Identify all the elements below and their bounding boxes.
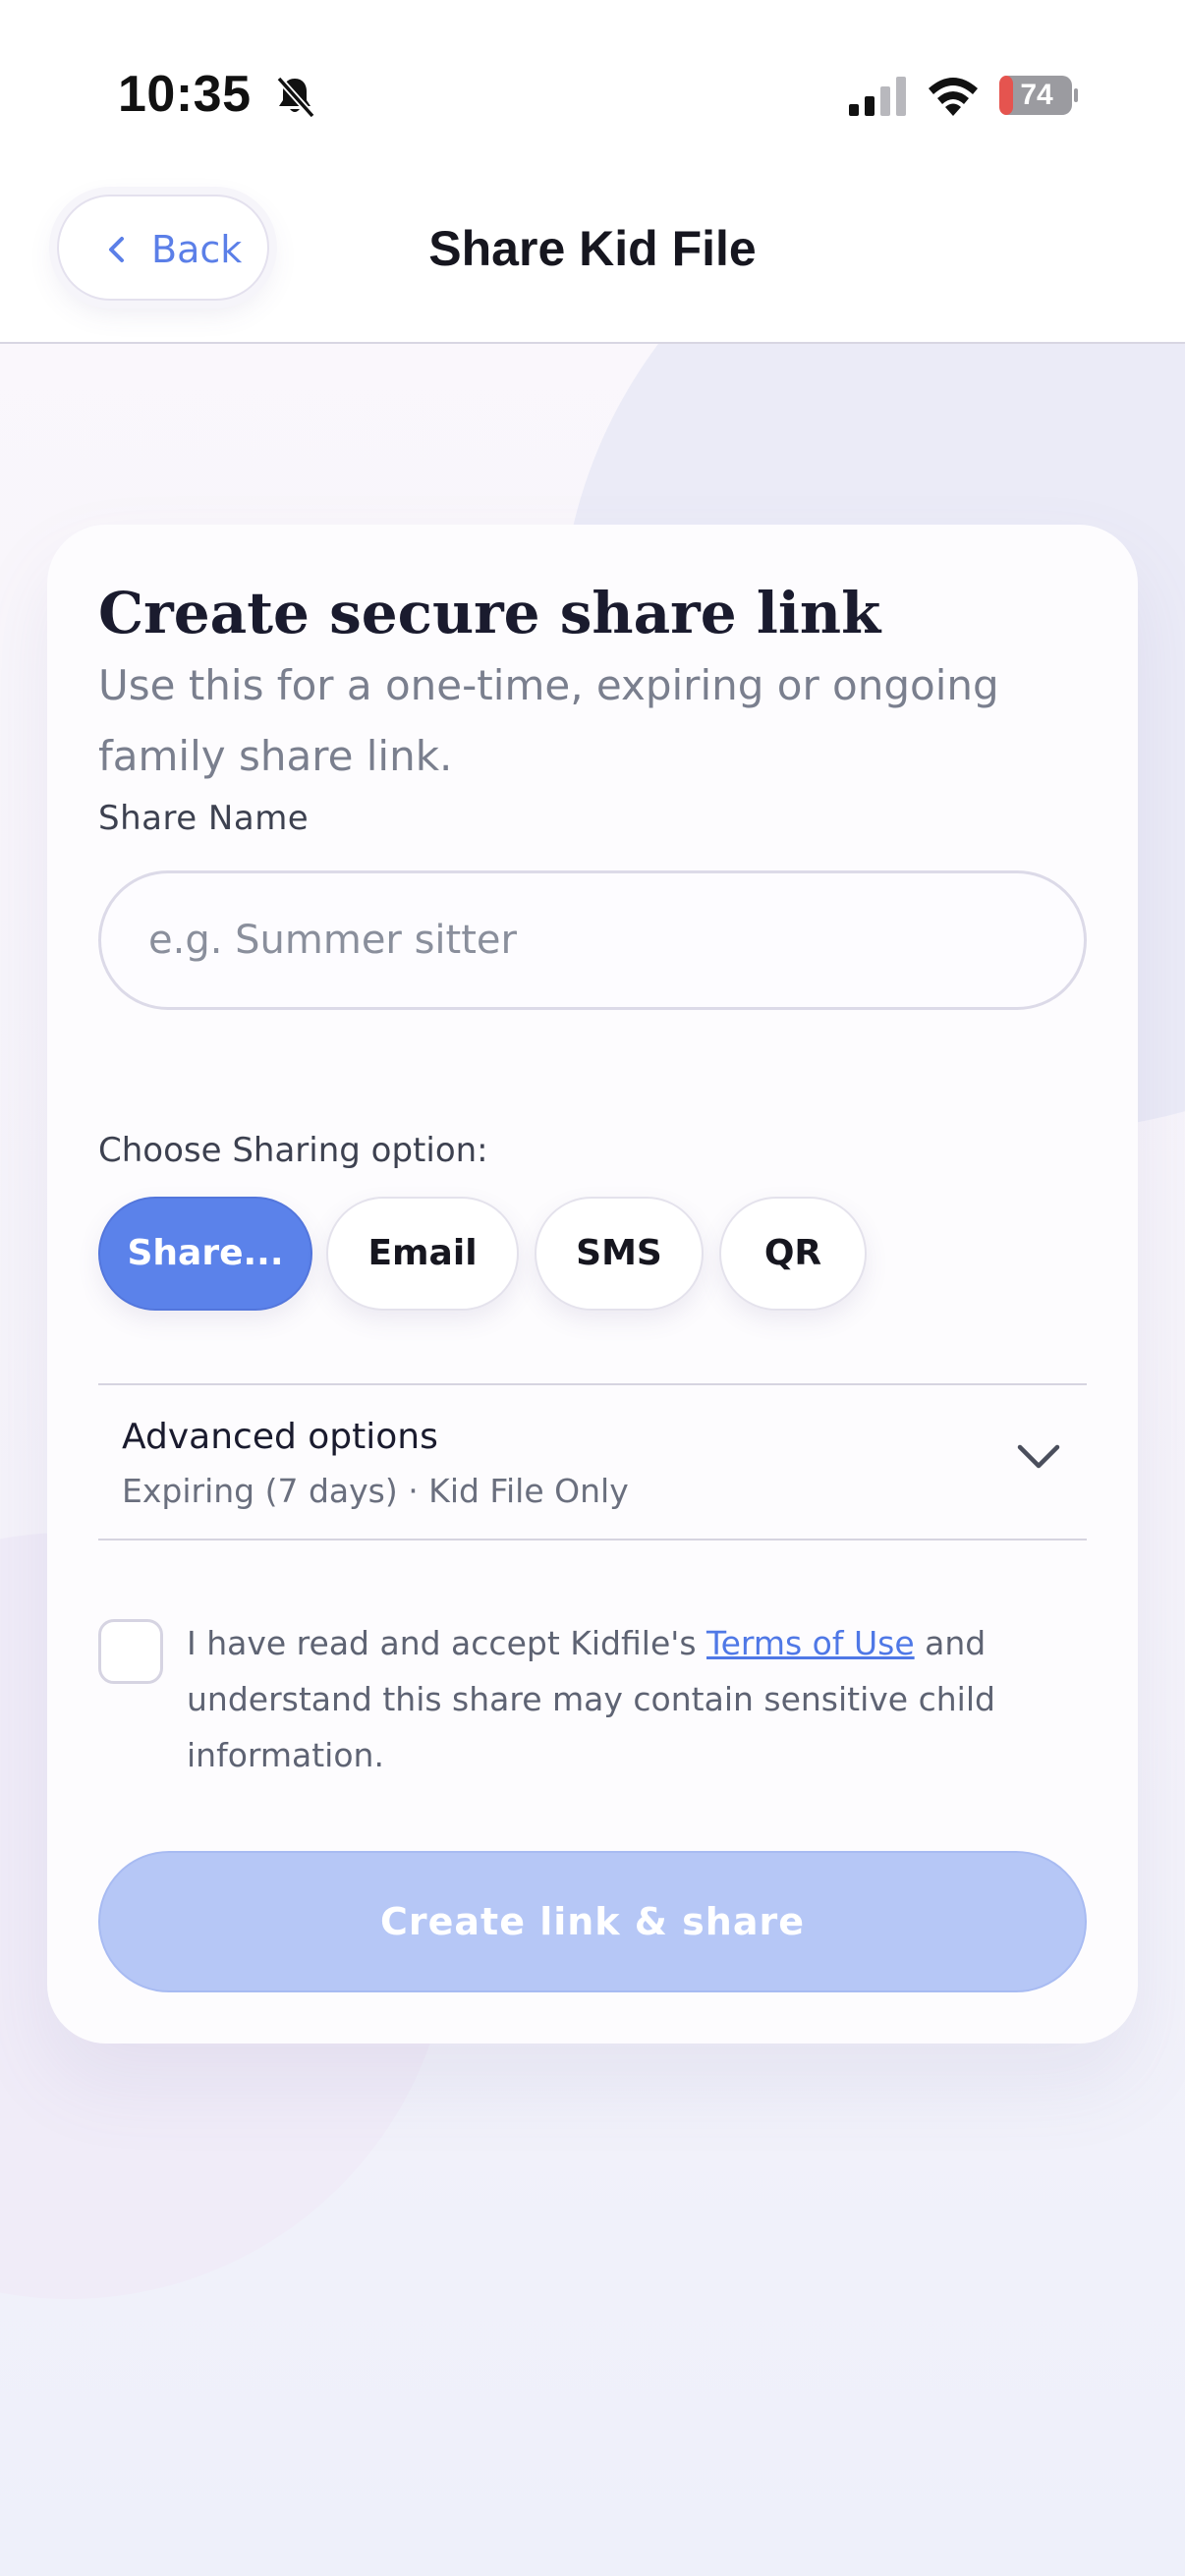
page-title: Share Kid File xyxy=(428,221,757,276)
sharing-option-sms[interactable]: SMS xyxy=(535,1197,704,1311)
sharing-option-email[interactable]: Email xyxy=(326,1197,519,1311)
terms-checkbox[interactable] xyxy=(98,1619,163,1684)
card-title: Create secure share link xyxy=(98,580,881,646)
create-link-button[interactable]: Create link & share xyxy=(98,1851,1087,1992)
status-time: 10:35 xyxy=(118,66,252,123)
terms-text: I have read and accept Kidfile's Terms o… xyxy=(187,1615,1091,1783)
chevron-down-icon xyxy=(1017,1444,1060,1469)
battery-level: 74 xyxy=(1020,79,1053,111)
status-bar: 10:35 74 xyxy=(0,0,1185,187)
header: Back Share Kid File xyxy=(0,187,1185,344)
advanced-options-summary: Expiring (7 days) · Kid File Only xyxy=(122,1472,629,1510)
advanced-options-title: Advanced options xyxy=(122,1417,438,1457)
cellular-signal-icon xyxy=(849,77,906,116)
share-name-label: Share Name xyxy=(98,799,310,838)
sharing-option-label: Choose Sharing option: xyxy=(98,1131,488,1170)
terms-of-use-link[interactable]: Terms of Use xyxy=(706,1624,915,1662)
divider xyxy=(98,1539,1087,1540)
card-subtitle: Use this for a one-time, expiring or ong… xyxy=(98,661,999,780)
advanced-options-toggle[interactable]: Advanced options Expiring (7 days) · Kid… xyxy=(98,1385,1087,1539)
terms-text-before: I have read and accept Kidfile's xyxy=(187,1624,707,1662)
share-card: Create secure share link Use this for a … xyxy=(47,525,1138,2044)
bell-slash-icon xyxy=(276,76,315,119)
sharing-option-share[interactable]: Share... xyxy=(98,1197,312,1311)
sharing-option-qr[interactable]: QR xyxy=(719,1197,867,1311)
share-name-input[interactable] xyxy=(98,870,1087,1010)
wifi-icon xyxy=(929,78,978,116)
